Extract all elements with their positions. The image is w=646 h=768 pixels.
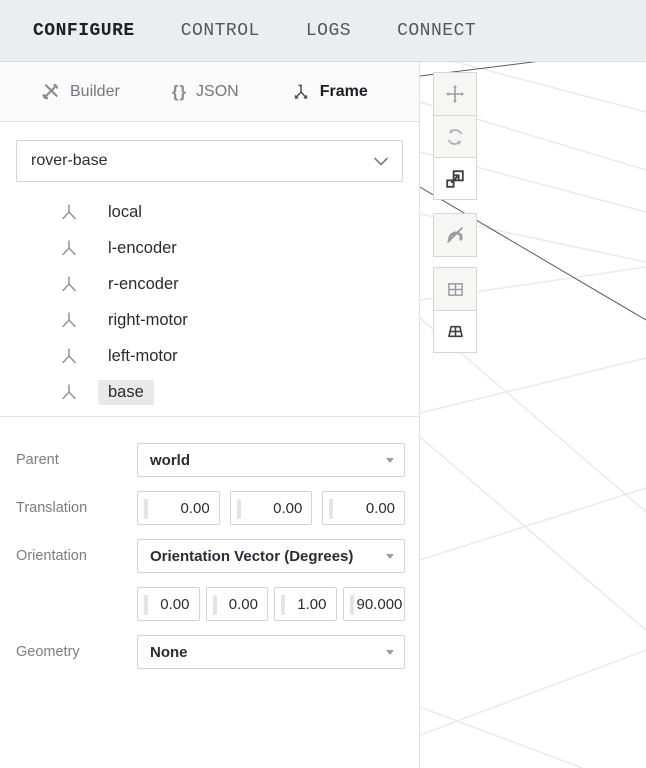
perspective-grid-button[interactable] xyxy=(434,310,476,352)
translation-y-field[interactable] xyxy=(230,491,313,525)
grid-flat-icon xyxy=(445,279,466,300)
translation-row: Translation xyxy=(16,491,405,525)
geometry-row: Geometry None xyxy=(16,635,405,669)
parent-label: Parent xyxy=(16,452,137,468)
orientation-y-field[interactable] xyxy=(206,587,269,621)
frame-3d-viewport[interactable] xyxy=(420,62,646,768)
frame-tree-item-local[interactable]: local xyxy=(0,194,419,230)
orientation-label: Orientation xyxy=(16,548,137,564)
orientation-type-value: Orientation Vector (Degrees) xyxy=(150,548,353,565)
frame-node-icon xyxy=(58,381,80,403)
drag-handle[interactable] xyxy=(350,595,354,615)
chevron-down-icon xyxy=(374,157,388,166)
caret-down-icon xyxy=(386,554,394,559)
rotate-tool-button[interactable] xyxy=(434,115,476,157)
caret-down-icon xyxy=(386,650,394,655)
tab-frame-label: Frame xyxy=(320,83,368,101)
frame-tree-item-right-motor[interactable]: right-motor xyxy=(0,302,419,338)
rotate-icon xyxy=(444,126,466,148)
caret-down-icon xyxy=(386,458,394,463)
grid-button-group xyxy=(433,267,477,353)
grid-perspective-icon xyxy=(445,321,466,342)
frame-properties-form: Parent world Translation xyxy=(0,425,419,683)
translation-z-input[interactable] xyxy=(323,492,404,524)
orientation-x-field[interactable] xyxy=(137,587,200,621)
frame-tree-label: right-motor xyxy=(98,308,198,333)
frame-axes-icon xyxy=(291,82,311,102)
scale-icon xyxy=(444,168,466,190)
nav-tab-logs[interactable]: LOGS xyxy=(306,21,351,41)
translation-label: Translation xyxy=(16,500,137,516)
nav-tab-control[interactable]: CONTROL xyxy=(181,21,260,41)
frame-tree-item-r-encoder[interactable]: r-encoder xyxy=(0,266,419,302)
nav-tab-connect[interactable]: CONNECT xyxy=(397,21,476,41)
orientation-theta-field[interactable] xyxy=(343,587,406,621)
parent-select-value: world xyxy=(150,452,190,469)
frame-node-icon xyxy=(58,201,80,223)
frame-tree-label: l-encoder xyxy=(98,236,187,261)
orientation-z-field[interactable] xyxy=(274,587,337,621)
config-subtabs: Builder {} JSON Frame xyxy=(0,62,419,122)
orientation-values-row xyxy=(16,587,405,621)
frame-node-icon xyxy=(58,309,80,331)
config-side-panel: Builder {} JSON Frame rover-base xyxy=(0,62,420,768)
drag-handle[interactable] xyxy=(329,499,333,519)
viewport-toolbar xyxy=(433,72,477,353)
machine-part-value: rover-base xyxy=(31,152,107,170)
frame-tree-label: left-motor xyxy=(98,344,188,369)
tab-json-label: JSON xyxy=(196,83,239,101)
frame-tree: local l-encoder r-encoder right-motor le… xyxy=(0,192,419,425)
move-icon xyxy=(444,83,466,105)
drag-handle[interactable] xyxy=(144,595,148,615)
drag-handle[interactable] xyxy=(144,499,148,519)
frame-tree-item-l-encoder[interactable]: l-encoder xyxy=(0,230,419,266)
nav-tab-configure[interactable]: CONFIGURE xyxy=(33,21,135,41)
machine-part-dropdown[interactable]: rover-base xyxy=(16,140,403,182)
orientation-type-row: Orientation Orientation Vector (Degrees) xyxy=(16,539,405,573)
frame-node-icon xyxy=(58,273,80,295)
orientation-type-select[interactable]: Orientation Vector (Degrees) xyxy=(137,539,405,573)
translation-x-field[interactable] xyxy=(137,491,220,525)
tab-json[interactable]: {} JSON xyxy=(172,82,239,102)
rotation-snap-toggle-button[interactable] xyxy=(434,214,476,256)
frame-tree-label: local xyxy=(98,200,152,225)
top-nav: CONFIGURE CONTROL LOGS CONNECT xyxy=(0,0,646,62)
geometry-select-value: None xyxy=(150,644,188,661)
translation-z-field[interactable] xyxy=(322,491,405,525)
drag-handle[interactable] xyxy=(237,499,241,519)
braces-icon: {} xyxy=(172,82,187,102)
snap-button-group xyxy=(433,213,477,257)
frame-node-icon xyxy=(58,345,80,367)
geometry-select[interactable]: None xyxy=(137,635,405,669)
frame-tree-label: base xyxy=(98,380,154,405)
gizmo-button-group xyxy=(433,72,477,200)
parent-row: Parent world xyxy=(16,443,405,477)
scale-tool-button[interactable] xyxy=(434,157,476,199)
frame-tree-label: r-encoder xyxy=(98,272,189,297)
parent-select[interactable]: world xyxy=(137,443,405,477)
translation-x-input[interactable] xyxy=(138,492,219,524)
frame-tree-item-base[interactable]: base xyxy=(0,374,419,410)
no-rotation-snap-icon xyxy=(444,224,466,246)
translation-y-input[interactable] xyxy=(231,492,312,524)
flat-grid-button[interactable] xyxy=(434,268,476,310)
drag-handle[interactable] xyxy=(281,595,285,615)
frame-tree-item-left-motor[interactable]: left-motor xyxy=(0,338,419,374)
geometry-label: Geometry xyxy=(16,644,137,660)
divider xyxy=(0,416,419,417)
tab-frame[interactable]: Frame xyxy=(291,82,368,102)
tab-builder-label: Builder xyxy=(70,83,120,101)
drag-handle[interactable] xyxy=(213,595,217,615)
tools-icon xyxy=(40,81,61,102)
frame-node-icon xyxy=(58,237,80,259)
translate-tool-button[interactable] xyxy=(434,73,476,115)
tab-builder[interactable]: Builder xyxy=(40,81,120,102)
